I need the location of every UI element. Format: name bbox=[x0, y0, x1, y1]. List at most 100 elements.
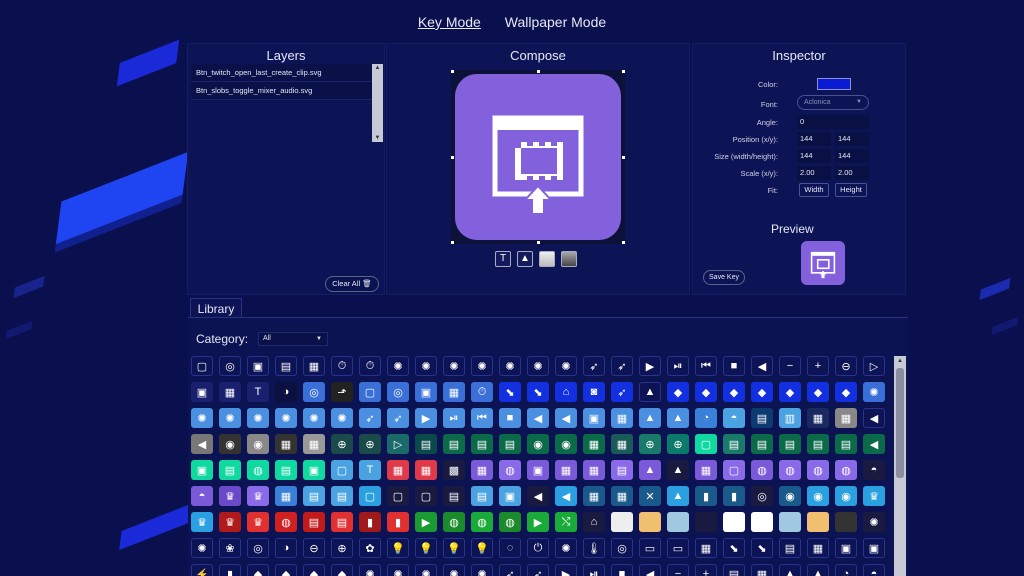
library-icon[interactable]: ◆ bbox=[275, 564, 297, 576]
library-icon[interactable]: ▦ bbox=[835, 408, 857, 428]
library-icon[interactable]: ▤ bbox=[751, 434, 773, 454]
library-icon[interactable]: ▲ bbox=[667, 486, 689, 506]
library-icon[interactable]: ◉ bbox=[247, 434, 269, 454]
library-icon[interactable]: ➶ bbox=[499, 564, 521, 576]
library-icon[interactable]: ◉ bbox=[779, 486, 801, 506]
library-icon[interactable]: ▮ bbox=[219, 564, 241, 576]
library-icon[interactable]: ▤ bbox=[331, 486, 353, 506]
library-icon[interactable]: ⬊ bbox=[499, 382, 521, 402]
library-icon[interactable]: T bbox=[247, 382, 269, 402]
library-icon[interactable]: ▲ bbox=[667, 460, 689, 480]
library-icon[interactable]: ▦ bbox=[751, 564, 773, 576]
library-icon[interactable]: ◑ bbox=[275, 382, 297, 402]
library-icon[interactable]: ▲ bbox=[667, 408, 689, 428]
layer-item[interactable]: Btn_slobs_toggle_mixer_audio.svg bbox=[191, 82, 372, 100]
library-icon[interactable]: ⌂ bbox=[555, 382, 577, 402]
library-icon[interactable]: ▤ bbox=[499, 434, 521, 454]
library-icon[interactable]: ▦ bbox=[219, 382, 241, 402]
library-icon[interactable]: ▦ bbox=[583, 434, 605, 454]
library-icon[interactable]: ✺ bbox=[863, 512, 885, 532]
library-icon[interactable]: ✺ bbox=[499, 356, 521, 376]
library-icon[interactable]: ⏯ bbox=[583, 564, 605, 576]
library-icon[interactable]: ▭ bbox=[667, 538, 689, 558]
library-icon[interactable]: ◍ bbox=[751, 460, 773, 480]
library-icon[interactable]: ✺ bbox=[471, 564, 493, 576]
library-icon[interactable]: ▢ bbox=[359, 382, 381, 402]
resize-handle[interactable] bbox=[622, 241, 625, 244]
library-icon[interactable]: ▦ bbox=[611, 434, 633, 454]
library-icon[interactable]: ▣ bbox=[835, 538, 857, 558]
library-icon[interactable]: ▣ bbox=[863, 538, 885, 558]
library-icon[interactable]: ➶ bbox=[611, 382, 633, 402]
library-icon[interactable]: ▣ bbox=[527, 460, 549, 480]
library-icon[interactable]: ✺ bbox=[471, 356, 493, 376]
resize-handle[interactable] bbox=[451, 241, 454, 244]
library-icon[interactable]: ▲ bbox=[639, 408, 661, 428]
library-icon[interactable]: ⏮ bbox=[471, 408, 493, 428]
library-icon[interactable]: ▶ bbox=[555, 564, 577, 576]
library-icon[interactable]: ▷ bbox=[387, 434, 409, 454]
library-icon[interactable]: ▦ bbox=[555, 460, 577, 480]
library-icon[interactable]: ◆ bbox=[695, 382, 717, 402]
library-icon[interactable]: ✺ bbox=[863, 382, 885, 402]
library-icon[interactable]: ▦ bbox=[611, 408, 633, 428]
library-icon[interactable]: ➶ bbox=[611, 356, 633, 376]
library-icon[interactable]: ⏱ bbox=[359, 356, 381, 376]
library-icon[interactable] bbox=[779, 512, 801, 532]
text-tool-icon[interactable]: T bbox=[495, 251, 511, 267]
tab-wallpaper-mode[interactable]: Wallpaper Mode bbox=[505, 14, 606, 30]
library-icon[interactable]: ✺ bbox=[275, 408, 297, 428]
library-icon[interactable]: ▤ bbox=[443, 486, 465, 506]
library-icon[interactable]: ◙ bbox=[583, 382, 605, 402]
library-icon[interactable]: ⬊ bbox=[723, 538, 745, 558]
library-icon[interactable]: ◍ bbox=[807, 460, 829, 480]
library-icon[interactable]: ✿ bbox=[359, 538, 381, 558]
position-y-input[interactable]: 144 bbox=[835, 132, 869, 146]
library-icon[interactable] bbox=[667, 512, 689, 532]
library-icon[interactable]: ◑ bbox=[275, 538, 297, 558]
library-icon[interactable]: ✺ bbox=[359, 564, 381, 576]
library-icon[interactable]: ◀ bbox=[863, 434, 885, 454]
library-icon[interactable]: 💡 bbox=[415, 538, 437, 558]
position-x-input[interactable]: 144 bbox=[797, 132, 831, 146]
library-icon[interactable]: ◆ bbox=[835, 382, 857, 402]
library-icon[interactable]: ⊖ bbox=[303, 538, 325, 558]
library-icon[interactable]: ◍ bbox=[835, 460, 857, 480]
scroll-down-icon[interactable]: ▼ bbox=[372, 134, 383, 142]
library-icon[interactable]: ◀ bbox=[527, 486, 549, 506]
light-bg-icon[interactable] bbox=[539, 251, 555, 267]
library-icon[interactable]: 💡 bbox=[471, 538, 493, 558]
resize-handle[interactable] bbox=[537, 241, 540, 244]
library-icon[interactable]: ▦ bbox=[583, 460, 605, 480]
library-icon[interactable]: ◎ bbox=[751, 486, 773, 506]
library-icon[interactable]: ▦ bbox=[415, 460, 437, 480]
library-icon[interactable]: ▣ bbox=[191, 460, 213, 480]
library-icon[interactable]: ◎ bbox=[303, 382, 325, 402]
save-key-button[interactable]: Save Key bbox=[703, 270, 745, 285]
library-icon[interactable] bbox=[639, 512, 661, 532]
library-icon[interactable]: ▤ bbox=[219, 460, 241, 480]
fit-width-button[interactable]: Width bbox=[799, 183, 829, 197]
library-icon[interactable]: ◆ bbox=[807, 382, 829, 402]
library-icon[interactable]: ▣ bbox=[303, 460, 325, 480]
library-icon[interactable]: ▤ bbox=[303, 486, 325, 506]
library-icon[interactable]: ◓ bbox=[723, 408, 745, 428]
library-icon[interactable] bbox=[695, 512, 717, 532]
library-icon[interactable]: ◎ bbox=[219, 356, 241, 376]
library-icon[interactable]: ◆ bbox=[667, 382, 689, 402]
library-icon[interactable]: ▦ bbox=[275, 434, 297, 454]
library-icon[interactable]: ▤ bbox=[779, 434, 801, 454]
library-icon[interactable]: ◎ bbox=[611, 538, 633, 558]
library-icon[interactable]: ⬊ bbox=[751, 538, 773, 558]
library-icon[interactable]: ✺ bbox=[555, 538, 577, 558]
library-icon[interactable]: ⌂ bbox=[583, 512, 605, 532]
library-icon[interactable]: ▦ bbox=[695, 460, 717, 480]
library-icon[interactable]: ▣ bbox=[247, 356, 269, 376]
library-icon[interactable]: ♛ bbox=[219, 512, 241, 532]
library-icon[interactable]: ▢ bbox=[723, 460, 745, 480]
scale-y-input[interactable]: 2.00 bbox=[835, 166, 869, 180]
library-icon[interactable]: ⏯ bbox=[667, 356, 689, 376]
library-icon[interactable] bbox=[835, 512, 857, 532]
library-icon[interactable]: ◀ bbox=[639, 564, 661, 576]
library-icon[interactable]: ■ bbox=[611, 564, 633, 576]
